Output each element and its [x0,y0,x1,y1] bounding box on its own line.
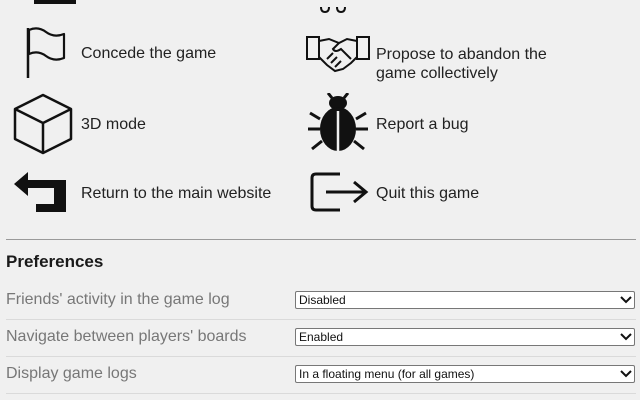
return-main-website-button[interactable]: Return to the main website [14,170,284,214]
pref-row-navigate-boards: Navigate between players' boards Enabled [6,320,636,357]
concede-game-button[interactable]: Concede the game [22,26,262,80]
bug-icon [308,92,368,160]
return-arrow-icon [14,170,68,219]
return-main-website-label: Return to the main website [81,185,272,202]
section-divider [6,239,636,240]
report-bug-label: Report a bug [376,116,469,133]
propose-abandon-button[interactable]: Propose to abandon the game collectively [305,33,605,83]
exit-icon [310,170,370,219]
pref-label-friends-activity: Friends' activity in the game log [6,291,230,308]
3d-mode-button[interactable]: 3D mode [12,93,172,155]
pref-row-game-logs: Display game logs In a floating menu (fo… [6,357,636,394]
quit-game-button[interactable]: Quit this game [310,170,510,214]
propose-abandon-label-line2: game collectively [376,65,498,82]
cropped-icon-top-left [34,0,76,4]
propose-abandon-label-line1: Propose to abandon the [376,46,547,63]
handshake-icon [305,33,371,80]
pref-label-game-logs: Display game logs [6,365,137,382]
pref-row-friends-activity: Friends' activity in the game log Disabl… [6,283,636,320]
preferences-title: Preferences [6,252,104,271]
navigate-boards-select[interactable]: Enabled [295,328,635,346]
cube-icon [12,93,74,160]
concede-game-label: Concede the game [81,45,217,62]
cropped-icon-top-right [318,0,348,14]
3d-mode-label: 3D mode [81,116,146,133]
report-bug-button[interactable]: Report a bug [308,92,508,155]
pref-label-navigate-boards: Navigate between players' boards [6,328,247,345]
friends-activity-select[interactable]: Disabled [295,291,635,309]
quit-game-label: Quit this game [376,185,480,202]
flag-icon [22,26,70,85]
game-logs-select[interactable]: In a floating menu (for all games) [295,365,635,383]
